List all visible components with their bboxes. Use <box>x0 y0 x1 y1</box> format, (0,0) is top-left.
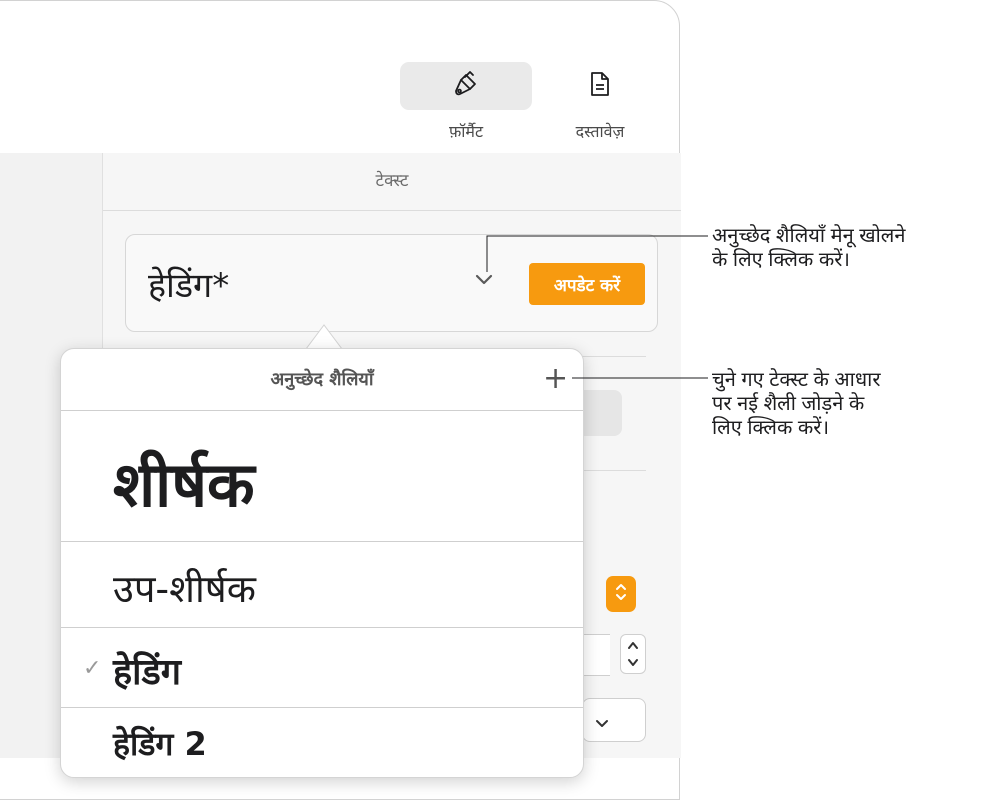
document-label[interactable]: दस्तावेज़ <box>545 120 655 142</box>
callout-menu: अनुच्छेद शैलियाँ मेनू खोलने के लिए क्लिक… <box>712 225 906 271</box>
style-item-heading-2[interactable]: हेडिंग 2 <box>61 707 583 777</box>
stepper-chevrons-icon <box>626 638 640 674</box>
style-item-label: उप-शीर्षक <box>113 567 256 611</box>
format-label[interactable]: फ़ॉर्मैट <box>400 120 532 142</box>
style-item-heading[interactable]: ✓ हेडिंग <box>61 627 583 707</box>
font-popup-button[interactable] <box>606 576 636 612</box>
size-stepper[interactable] <box>620 634 646 674</box>
chevron-down-icon <box>595 714 609 733</box>
popover-title: अनुच्छेद शैलियाँ <box>270 369 374 390</box>
callout-add: चुने गए टेक्स्ट के आधार पर नई शैली जोड़न… <box>712 369 881 439</box>
paragraph-style-selector[interactable]: हेडिंग* अपडेट करें <box>125 234 658 332</box>
paragraph-styles-popover: अनुच्छेद शैलियाँ + शीर्षक उप-शीर्षक ✓ हे… <box>60 348 584 778</box>
up-down-chevron-icon <box>614 581 628 607</box>
document-button[interactable] <box>545 62 655 110</box>
paintbrush-icon <box>451 69 481 103</box>
style-item-label: हेडिंग <box>113 652 181 693</box>
document-icon <box>588 70 612 102</box>
chevron-down-icon[interactable] <box>474 271 494 290</box>
plus-icon[interactable]: + <box>543 364 568 394</box>
popover-arrow <box>306 324 342 350</box>
checkmark-icon: ✓ <box>83 656 102 681</box>
style-item-label: शीर्षक <box>113 448 255 521</box>
update-style-button[interactable]: अपडेट करें <box>529 263 645 305</box>
current-style-name[interactable]: हेडिंग* <box>148 261 229 307</box>
style-item-label: हेडिंग 2 <box>113 725 207 763</box>
format-button[interactable] <box>400 62 532 110</box>
panel-divider <box>103 210 681 211</box>
spacing-dropdown[interactable] <box>582 698 646 742</box>
size-field[interactable] <box>582 634 610 676</box>
style-item-title[interactable]: शीर्षक <box>61 410 583 541</box>
style-item-subtitle[interactable]: उप-शीर्षक <box>61 541 583 627</box>
panel-title: टेक्स्ट <box>375 171 409 191</box>
